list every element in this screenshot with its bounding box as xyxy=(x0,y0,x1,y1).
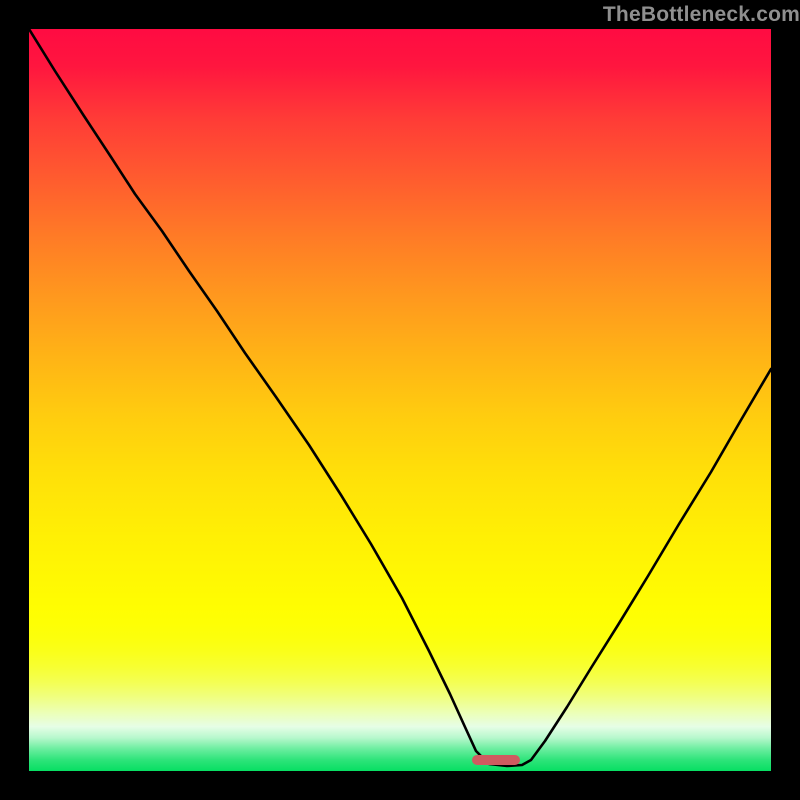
optimal-range-marker xyxy=(472,755,520,765)
watermark-text: TheBottleneck.com xyxy=(603,4,800,25)
chart-frame: TheBottleneck.com xyxy=(0,0,800,800)
bottleneck-curve-path xyxy=(29,29,771,766)
plot-area xyxy=(29,29,771,771)
curve-svg xyxy=(29,29,771,771)
